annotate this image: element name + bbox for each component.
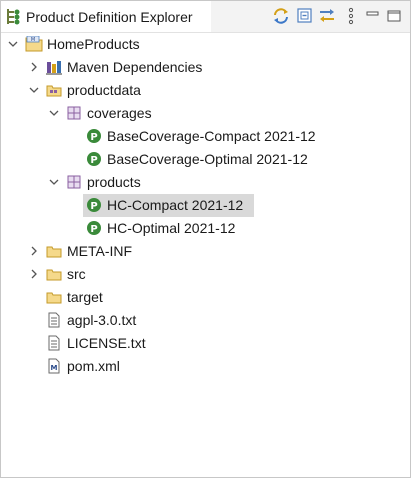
tree-item-label: BaseCoverage-Optimal 2021-12	[107, 151, 308, 167]
tree-item-label: HomeProducts	[47, 36, 140, 52]
sync-icon[interactable]	[271, 6, 291, 26]
view-tab[interactable]: Product Definition Explorer	[1, 1, 211, 32]
tree-item-label: HC-Compact 2021-12	[107, 197, 244, 213]
view-menu-icon[interactable]	[341, 6, 361, 26]
source-folder-icon	[46, 82, 62, 98]
tree-item-coverages[interactable]: coverages	[1, 102, 410, 125]
text-file-icon	[47, 312, 63, 328]
chevron-down-icon[interactable]	[29, 85, 39, 95]
tree-item-label: agpl-3.0.txt	[67, 312, 137, 328]
product-definition-explorer-view: Product Definition Explorer M HomeProduc…	[0, 0, 411, 478]
package-icon	[66, 105, 82, 121]
tree-item-agpl-file[interactable]: agpl-3.0.txt	[1, 309, 410, 332]
folder-icon	[46, 266, 62, 282]
link-editor-icon[interactable]	[317, 6, 337, 26]
tree-item-productdata[interactable]: productdata	[1, 79, 410, 102]
tree-item-label: coverages	[87, 105, 152, 121]
svg-text:P: P	[90, 155, 97, 166]
tree-item-label: HC-Optimal 2021-12	[107, 220, 236, 236]
product-cmpt-icon: P	[86, 197, 102, 213]
minimize-icon[interactable]	[363, 6, 383, 26]
folder-icon	[46, 243, 62, 259]
tree-item-src[interactable]: src	[1, 263, 410, 286]
tree-item-label: LICENSE.txt	[67, 335, 146, 351]
tree-item-label: Maven Dependencies	[67, 59, 203, 75]
chevron-down-icon[interactable]	[49, 108, 59, 118]
tree-item-label: target	[67, 289, 103, 305]
folder-icon	[46, 289, 62, 305]
svg-text:P: P	[90, 224, 97, 235]
tree-item-basecoverage-compact[interactable]: P BaseCoverage-Compact 2021-12	[1, 125, 410, 148]
tree-item-meta-inf[interactable]: META-INF	[1, 240, 410, 263]
package-icon	[66, 174, 82, 190]
tree-item-target[interactable]: target	[1, 286, 410, 309]
tree-item-label: products	[87, 174, 141, 190]
project-tree: M HomeProducts Maven Dependencies produc…	[1, 33, 410, 477]
tree-item-label: META-INF	[67, 243, 133, 259]
tree-item-label: pom.xml	[67, 358, 120, 374]
chevron-right-icon[interactable]	[29, 62, 39, 72]
tree-item-license-file[interactable]: LICENSE.txt	[1, 332, 410, 355]
tree-item-label: productdata	[67, 82, 141, 98]
svg-text:M: M	[51, 364, 58, 372]
tree-item-hc-optimal[interactable]: P HC-Optimal 2021-12	[1, 217, 410, 240]
tree-item-basecoverage-optimal[interactable]: P BaseCoverage-Optimal 2021-12	[1, 148, 410, 171]
maximize-icon[interactable]	[385, 6, 405, 26]
tree-item-label: src	[67, 266, 86, 282]
collapse-all-icon[interactable]	[295, 6, 315, 26]
tree-item-hc-compact[interactable]: P HC-Compact 2021-12	[1, 194, 410, 217]
tree-item-maven-dependencies[interactable]: Maven Dependencies	[1, 56, 410, 79]
text-file-icon	[47, 335, 63, 351]
svg-text:P: P	[90, 201, 97, 212]
tree-item-label: BaseCoverage-Compact 2021-12	[107, 128, 316, 144]
product-cmpt-icon: P	[86, 220, 102, 236]
chevron-down-icon[interactable]	[8, 39, 18, 49]
chevron-right-icon[interactable]	[29, 269, 39, 279]
view-title: Product Definition Explorer	[26, 9, 193, 25]
tree-item-pom-file[interactable]: M pom.xml	[1, 355, 410, 378]
tree-item-homeproducts[interactable]: M HomeProducts	[1, 33, 410, 56]
svg-text:P: P	[90, 132, 97, 143]
svg-text:M: M	[31, 37, 35, 43]
library-icon	[46, 59, 62, 75]
product-cmpt-icon: P	[86, 128, 102, 144]
chevron-right-icon[interactable]	[29, 246, 39, 256]
product-cmpt-icon: P	[86, 151, 102, 167]
product-explorer-icon	[6, 8, 20, 25]
maven-pom-icon: M	[47, 358, 63, 374]
tree-item-products[interactable]: products	[1, 171, 410, 194]
chevron-down-icon[interactable]	[49, 177, 59, 187]
view-titlebar: Product Definition Explorer	[1, 1, 410, 33]
project-icon: M	[25, 36, 43, 52]
